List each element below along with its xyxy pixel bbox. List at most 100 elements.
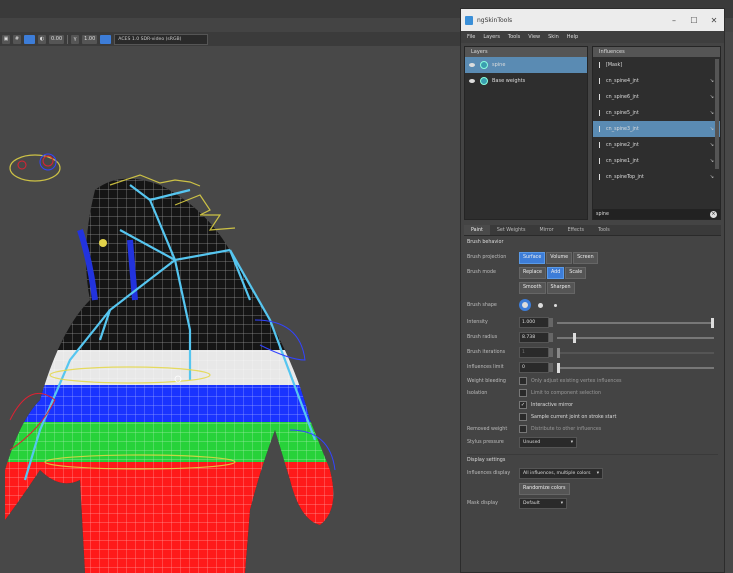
influences-header: Influences [593,47,720,57]
joint-flag-icon [599,62,604,68]
menu-layers[interactable]: Layers [483,34,500,40]
influence-filter-input[interactable]: spine × [593,209,720,219]
influence-row[interactable]: cn_spineTop_jnt ↘ [593,169,720,185]
projection-surface-button[interactable]: Surface [519,251,546,264]
ngskintools-window[interactable]: ngSkinTools – ☐ ✕ File Layers Tools View… [460,8,725,573]
chevron-down-icon: ▾ [560,501,563,506]
joint-flag-icon [599,142,604,148]
mode-sharpen-button[interactable]: Sharpen [546,281,575,294]
brush-shape-solid-icon[interactable] [519,299,531,311]
projection-volume-button[interactable]: Volume [546,251,573,264]
joint-flag-icon [599,126,604,132]
tab-paint[interactable]: Paint [464,225,490,235]
layer-icon [480,77,488,85]
brush-radius-spinner[interactable] [549,333,553,342]
layers-header: Layers [465,47,588,57]
layer-label: spine [492,62,506,68]
lock-icon[interactable]: ↘ [710,94,714,100]
weight-bleeding-text: Only adjust existing vertex influences [531,378,622,384]
influence-row[interactable]: cn_spine5_jnt ↘ [593,105,720,121]
mask-display-value: Default [523,501,540,506]
influence-row[interactable]: cn_spine2_jnt ↘ [593,137,720,153]
menu-skin[interactable]: Skin [548,34,559,40]
intensity-field[interactable]: 1.000 [519,317,549,328]
brush-shape-smooth-icon[interactable] [534,299,546,311]
layers-panel: Layers spine Base weights [464,46,589,220]
brush-iterations-field[interactable]: 1 [519,347,549,358]
interactive-mirror-text: Interactive mirror [531,402,574,408]
tab-effects[interactable]: Effects [561,225,591,235]
joint-flag-icon [599,158,604,164]
layer-icon [480,61,488,69]
lock-icon[interactable]: ↘ [710,142,714,148]
sample-joint-checkbox[interactable]: Sample current joint on stroke start [519,411,616,423]
brush-iterations-slider[interactable] [557,347,714,358]
brush-mode-label: Brush mode [467,270,496,275]
influences-limit-slider[interactable] [557,362,714,373]
mode-replace-button[interactable]: Replace [519,266,546,279]
influence-label: [Mask] [606,62,623,68]
influence-label: cn_spine4_jnt [606,78,639,84]
menu-view[interactable]: View [528,34,540,40]
layer-row[interactable]: Base weights [465,73,587,89]
randomize-colors-button[interactable]: Randomize colors [519,482,570,495]
clear-filter-icon[interactable]: × [710,210,717,218]
tab-mirror[interactable]: Mirror [533,225,561,235]
paint-tab-content: Brush behavior Brush projection Surface … [461,236,724,511]
character-mesh[interactable] [0,0,460,573]
mode-scale-button[interactable]: Scale [565,266,587,279]
mask-display-dropdown[interactable]: Default ▾ [519,498,567,509]
influences-limit-spinner[interactable] [549,363,553,372]
lock-icon[interactable]: ↘ [710,126,714,132]
visibility-eye-icon[interactable] [469,79,475,83]
close-icon[interactable]: ✕ [704,16,724,25]
influence-row[interactable]: cn_spine3_jnt ↘ [593,121,720,137]
visibility-eye-icon[interactable] [469,63,475,67]
influence-label: cn_spine6_jnt [606,94,639,100]
mode-add-button[interactable]: Add [546,266,565,279]
minimize-icon[interactable]: – [664,16,684,25]
maximize-icon[interactable]: ☐ [684,16,704,25]
brush-radius-slider[interactable] [557,332,714,343]
window-titlebar[interactable]: ngSkinTools – ☐ ✕ [461,9,724,31]
brush-radius-field[interactable]: 8.738 [519,332,549,343]
influence-row[interactable]: cn_spine6_jnt ↘ [593,89,720,105]
mode-smooth-button[interactable]: Smooth [519,281,546,294]
tab-tools[interactable]: Tools [591,225,617,235]
lock-icon[interactable]: ↘ [710,110,714,116]
stylus-pressure-value: Unused [523,440,541,445]
stylus-pressure-dropdown[interactable]: Unused ▾ [519,437,577,448]
tab-set-weights[interactable]: Set Weights [490,225,533,235]
layer-row[interactable]: spine [465,57,588,73]
influence-label: cn_spine2_jnt [606,142,639,148]
intensity-label: Intensity [467,320,488,325]
stylus-pressure-label: Stylus pressure [467,440,504,445]
influence-label: cn_spineTop_jnt [606,174,644,180]
influence-row[interactable]: cn_spine4_jnt ↘ [593,73,720,89]
interactive-mirror-checkbox[interactable]: ✓ Interactive mirror [519,399,573,411]
check-icon: ✓ [519,401,527,409]
influences-panel: Influences [Mask] cn_spine4_jnt ↘ cn_spin… [592,46,721,220]
intensity-spinner[interactable] [549,318,553,327]
influence-row[interactable]: cn_spine1_jnt ↘ [593,153,720,169]
removed-weight-label: Removed weight [467,426,508,432]
brush-iterations-spinner[interactable] [549,348,553,357]
influences-limit-field[interactable]: 0 [519,362,549,373]
lock-icon[interactable]: ↘ [710,78,714,84]
weight-bleeding-checkbox[interactable]: Only adjust existing vertex influences [519,375,622,387]
menu-file[interactable]: File [467,34,475,40]
brush-shape-gaussian-icon[interactable] [549,299,561,311]
intensity-slider[interactable] [557,317,714,328]
projection-screen-button[interactable]: Screen [573,251,598,264]
isolation-checkbox[interactable]: Limit to component selection [519,387,601,399]
influences-display-dropdown[interactable]: All influences, multiple colors ▾ [519,468,603,479]
chevron-down-icon: ▾ [596,471,599,476]
lock-icon[interactable]: ↘ [710,158,714,164]
lock-icon[interactable]: ↘ [710,174,714,180]
menu-help[interactable]: Help [567,34,578,40]
menu-tools[interactable]: Tools [508,34,520,40]
influences-scrollbar[interactable] [715,59,719,169]
removed-weight-checkbox[interactable]: Distribute to other influences [519,423,601,435]
joint-flag-icon [599,94,604,100]
influence-row[interactable]: [Mask] [593,57,720,73]
